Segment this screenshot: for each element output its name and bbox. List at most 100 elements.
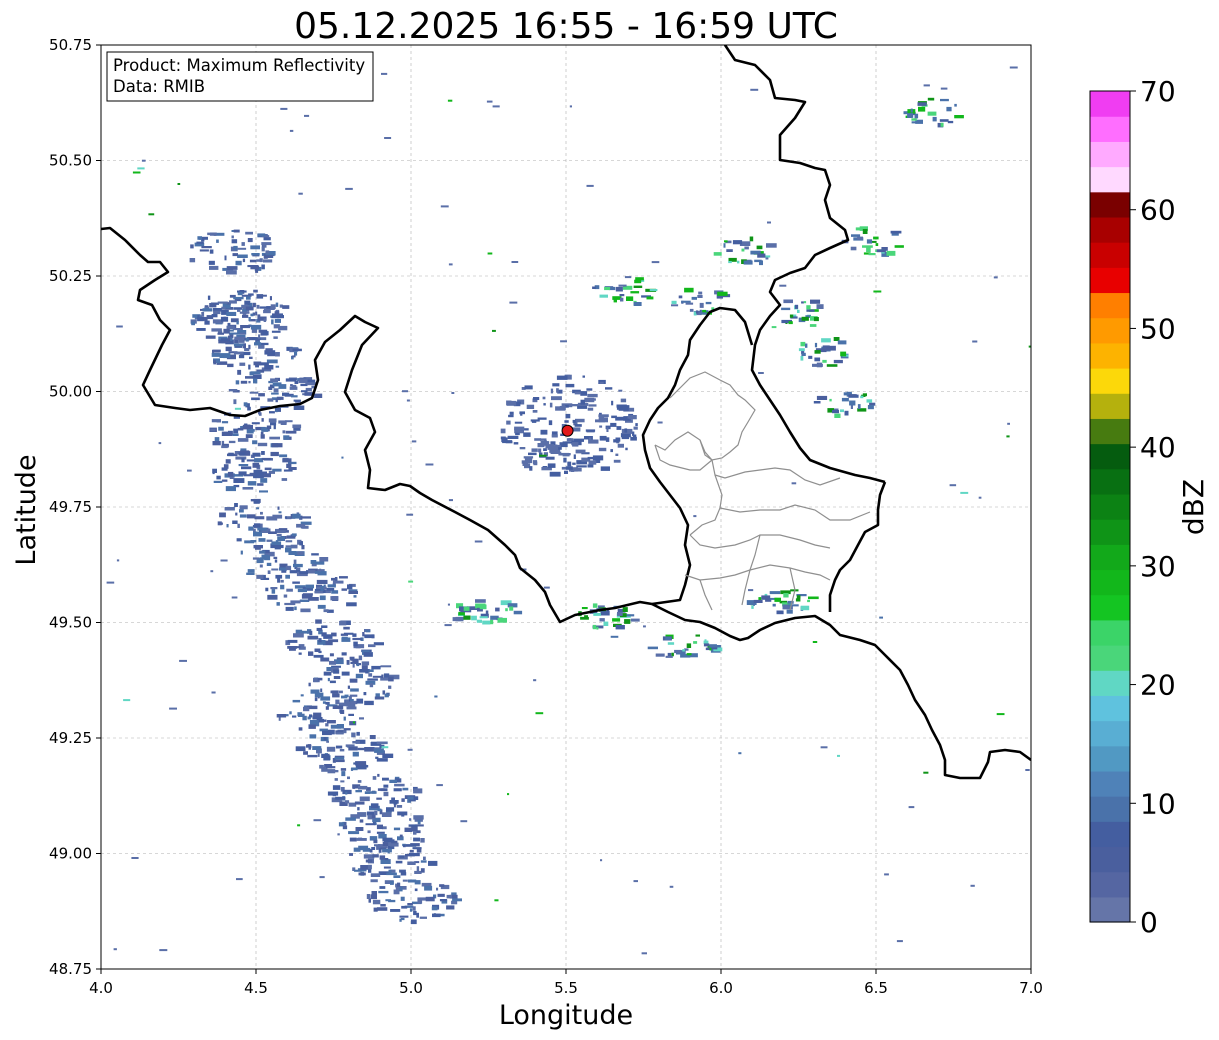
echo-pixel (368, 644, 376, 648)
echo-pixel (349, 678, 358, 683)
echo-pixel (709, 647, 712, 651)
echo-pixel (260, 478, 268, 483)
echo-pixel (253, 289, 258, 293)
echo-pixel (380, 904, 386, 907)
x-tick-label: 7.0 (1019, 979, 1043, 997)
echo-pixel (169, 707, 177, 710)
echo-pixel (572, 419, 576, 423)
echo-pixel (300, 383, 308, 387)
echo-pixel (219, 512, 226, 518)
echo-pixel (210, 428, 216, 432)
colorbar-segment (1090, 317, 1130, 344)
echo-pixel (393, 875, 401, 878)
echo-pixel (341, 637, 351, 642)
echo-pixel (684, 287, 694, 293)
echo-pixel (370, 894, 377, 900)
echo-pixel (226, 266, 238, 270)
echo-pixel (1028, 345, 1031, 348)
echo-pixel (302, 593, 313, 596)
echo-pixel (298, 713, 305, 717)
echo-pixel (543, 586, 550, 589)
echo-pixel (317, 677, 323, 681)
echo-pixel (223, 464, 229, 469)
echo-pixel (365, 630, 371, 633)
echo-pixel (268, 386, 273, 390)
echo-pixel (367, 830, 371, 834)
echo-pixel (420, 838, 425, 843)
echo-pixel (630, 618, 640, 622)
echo-pixel (376, 741, 388, 745)
echo-pixel (276, 396, 284, 400)
echo-pixel (822, 359, 827, 363)
echo-pixel (596, 626, 599, 630)
echo-pixel (599, 381, 604, 384)
echo-pixel (787, 604, 799, 607)
echo-pixel (343, 626, 350, 630)
echo-pixel (547, 445, 559, 450)
echo-pixel (749, 236, 754, 242)
echo-pixel (260, 432, 264, 435)
echo-pixel (265, 250, 270, 254)
echo-pixel (584, 615, 588, 620)
echo-pixel (574, 391, 581, 395)
echo-pixel (390, 881, 394, 885)
echo-pixel (314, 648, 321, 652)
echo-pixel (812, 641, 818, 643)
echo-pixel (576, 465, 587, 468)
echo-pixel (560, 340, 567, 343)
echo-pixel (246, 572, 255, 575)
echo-pixel (275, 365, 280, 368)
echo-pixel (393, 802, 398, 805)
echo-pixel (726, 249, 733, 252)
echo-pixel (376, 797, 382, 800)
echo-pixel (1009, 66, 1018, 69)
echo-pixel (319, 568, 322, 572)
echo-pixel (351, 732, 356, 738)
colorbar-segment (1090, 796, 1130, 822)
echo-pixel (309, 714, 313, 718)
echo-pixel (914, 113, 919, 119)
echo-pixel (243, 402, 248, 407)
echo-pixel (270, 587, 278, 590)
echo-pixel (246, 296, 251, 300)
echo-pixel (211, 691, 216, 694)
echo-pixel (923, 84, 930, 87)
echo-pixel (260, 434, 265, 439)
echo-pixel (292, 513, 301, 519)
echo-pixel (269, 296, 272, 301)
echo-pixel (258, 412, 262, 416)
echo-pixel (918, 106, 926, 112)
echo-pixel (224, 507, 235, 511)
echo-pixel (252, 557, 260, 560)
echo-pixel (265, 587, 269, 592)
echo-pixel (359, 796, 370, 802)
echo-pixel (250, 245, 260, 250)
echo-pixel (695, 634, 700, 637)
x-tick-label: 5.0 (399, 979, 423, 997)
echo-pixel (540, 441, 548, 445)
echo-pixel (250, 265, 260, 270)
echo-pixel (251, 422, 260, 425)
echo-pixel (671, 652, 674, 657)
echo-pixel (190, 244, 194, 249)
echo-pixel (458, 611, 465, 616)
echo-pixel (257, 483, 264, 486)
echo-pixel (221, 421, 229, 424)
echo-pixel (685, 302, 694, 305)
echo-pixel (345, 800, 350, 804)
echo-pixel (399, 855, 405, 858)
echo-pixel (282, 458, 292, 463)
echo-pixel (515, 432, 520, 436)
echo-pixel (705, 301, 712, 305)
echo-pixel (366, 791, 377, 794)
echo-pixel (373, 839, 378, 844)
echo-pixel (771, 326, 777, 329)
echo-pixel (345, 791, 348, 795)
echo-pixel (584, 436, 593, 440)
echo-pixel (228, 389, 238, 392)
echo-pixel (886, 250, 896, 256)
echo-pixel (364, 700, 374, 706)
echo-pixel (356, 698, 364, 704)
echo-pixel (691, 296, 697, 300)
echo-pixel (365, 669, 369, 674)
